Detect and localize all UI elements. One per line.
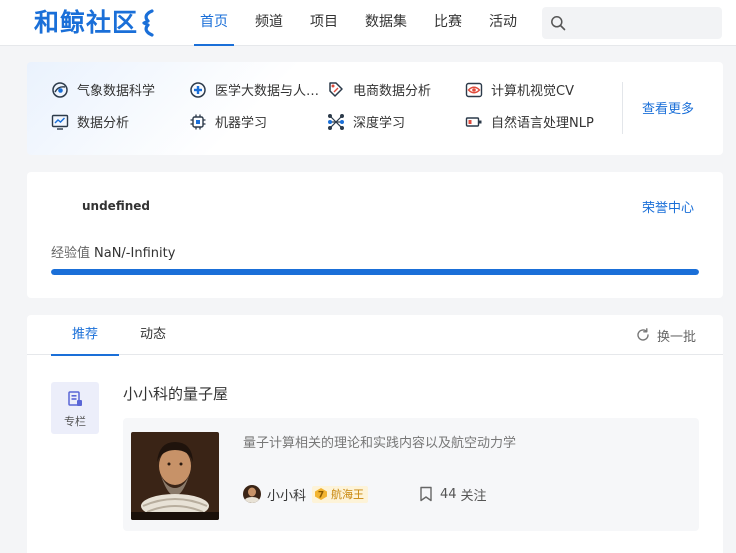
column-badge-label: 专栏 [64, 415, 86, 428]
tab-activity[interactable]: 动态 [119, 315, 187, 355]
category-label: 自然语言处理NLP [491, 116, 594, 131]
machine-learning-icon [190, 114, 206, 129]
rank-level-icon: 7 [315, 488, 328, 501]
category-label: 深度学习 [353, 116, 406, 131]
rank-label: 航海王 [331, 488, 365, 501]
post-thumbnail[interactable] [131, 432, 219, 520]
experience-label-row: 经验值 NaN/-Infinity [51, 242, 175, 261]
weather-icon [52, 81, 68, 98]
category-divider [622, 82, 623, 134]
category-machine-learning[interactable]: 机器学习 [189, 110, 327, 133]
category-data-analysis[interactable]: 数据分析 [51, 110, 189, 133]
refresh-label: 换一批 [657, 329, 697, 345]
username: undefined [82, 199, 150, 213]
feed-tabs: 推荐 动态 换一批 [27, 315, 723, 356]
data-analysis-icon [51, 114, 69, 130]
category-label: 计算机视觉CV [491, 84, 574, 99]
experience-panel: undefined 荣誉中心 经验值 NaN/-Infinity [27, 172, 723, 298]
deep-learning-icon [328, 113, 344, 130]
honor-center-link[interactable]: 荣誉中心 [642, 197, 694, 216]
search-input[interactable] [572, 7, 717, 39]
category-label: 机器学习 [215, 116, 268, 131]
bookmark-icon [420, 486, 432, 502]
search-icon[interactable] [550, 15, 566, 31]
ecommerce-icon [329, 81, 343, 97]
category-deep-learning[interactable]: 深度学习 [327, 110, 465, 133]
follow-count: 44 [440, 486, 457, 502]
nav-home[interactable]: 首页 [194, 0, 234, 46]
avatar-image [243, 485, 261, 503]
see-more-link[interactable]: 查看更多 [642, 98, 694, 117]
nav-events[interactable]: 活动 [483, 0, 523, 46]
search-box[interactable] [542, 7, 722, 39]
nav-competitions[interactable]: 比赛 [428, 0, 468, 46]
follow-button[interactable]: 44 关注 [419, 485, 487, 504]
experience-progress-bar [51, 269, 699, 275]
category-label: 数据分析 [77, 116, 130, 131]
category-label: 气象数据科学 [77, 84, 156, 99]
category-medical[interactable]: 医学大数据与人工智能 [189, 78, 327, 101]
nav-channel[interactable]: 频道 [249, 0, 289, 46]
logo[interactable]: 和鲸社区 [34, 7, 155, 39]
category-label: 电商数据分析 [353, 84, 432, 99]
category-label: 医学大数据与人工智能 [215, 84, 323, 99]
category-nlp[interactable]: 自然语言处理NLP [465, 110, 603, 133]
rank-badge: 7 航海王 [312, 485, 369, 503]
refresh-icon [637, 328, 649, 341]
nlp-icon [465, 116, 482, 127]
medical-icon [190, 81, 206, 98]
logo-text: 和鲸社区 [34, 8, 139, 37]
avatar[interactable] [243, 485, 261, 503]
author-name[interactable]: 小小科 [267, 485, 306, 504]
top-header: 和鲸社区 首页 频道 项目 数据集 比赛 活动 [0, 0, 736, 46]
tab-recommended[interactable]: 推荐 [51, 315, 119, 356]
category-ecommerce[interactable]: 电商数据分析 [327, 78, 465, 101]
experience-progress-fill [51, 269, 699, 275]
post-title[interactable]: 小小科的量子屋 [123, 383, 228, 404]
logo-mark-icon [142, 9, 154, 37]
vision-icon [465, 82, 483, 97]
refresh-button[interactable]: 换一批 [636, 327, 697, 345]
follow-label: 关注 [460, 488, 487, 504]
category-grid: 气象数据科学 医学大数据与人工智能 电商数据分析 计算机视 [51, 78, 621, 133]
post-author[interactable]: 小小科 7 航海王 [243, 485, 369, 504]
nav-datasets[interactable]: 数据集 [359, 0, 413, 46]
column-badge: 专栏 [51, 382, 99, 434]
rank-level: 7 [318, 491, 324, 501]
feed-panel: 推荐 动态 换一批 专栏 小小科的量子屋 量子计算相关的理论和实践内容以及航空动… [27, 315, 723, 553]
column-icon [68, 391, 82, 406]
nav-projects[interactable]: 项目 [304, 0, 344, 46]
experience-label: 经验值 [51, 246, 91, 261]
post-description: 量子计算相关的理论和实践内容以及航空动力学 [243, 436, 517, 451]
category-vision[interactable]: 计算机视觉CV [465, 78, 603, 101]
main-nav: 首页 频道 项目 数据集 比赛 活动 [194, 0, 538, 46]
category-panel: 气象数据科学 医学大数据与人工智能 电商数据分析 计算机视 [27, 62, 723, 155]
portrait-image [131, 432, 219, 520]
category-weather[interactable]: 气象数据科学 [51, 78, 189, 101]
post-card[interactable]: 量子计算相关的理论和实践内容以及航空动力学 小小科 7 航海王 44 关注 [123, 418, 699, 531]
experience-value: NaN/-Infinity [94, 246, 176, 261]
